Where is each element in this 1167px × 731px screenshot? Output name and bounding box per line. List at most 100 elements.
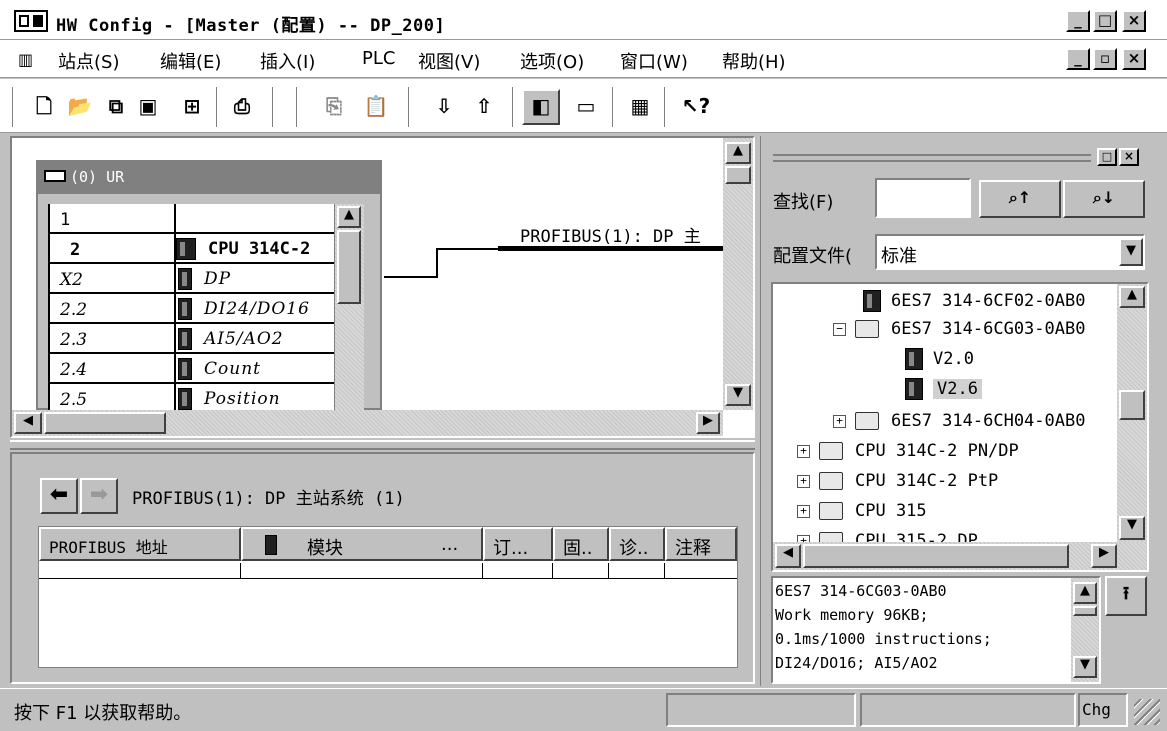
child-restore-icon[interactable]: ▫ bbox=[1093, 48, 1117, 70]
menu-view[interactable]: 视图(V) bbox=[418, 48, 480, 74]
table-row[interactable]: 2.2 DI24/DO16 bbox=[50, 294, 334, 324]
catalog-insert-button[interactable]: ⭱ bbox=[1105, 576, 1147, 616]
module-name: DP bbox=[204, 269, 232, 289]
catalog-restore-icon[interactable]: □ bbox=[1097, 148, 1117, 166]
collapse-icon[interactable]: − bbox=[833, 323, 846, 336]
col-address[interactable]: PROFIBUS 地址 bbox=[39, 527, 241, 561]
upload-icon[interactable]: ⇧ bbox=[468, 91, 500, 123]
download-icon[interactable]: ⇩ bbox=[428, 91, 460, 123]
app-icon[interactable] bbox=[14, 10, 48, 32]
table-row[interactable] bbox=[39, 563, 737, 579]
tree-item[interactable]: + CPU 314C-2 PtP bbox=[773, 468, 1117, 496]
col-diagnostic[interactable]: 诊.. bbox=[609, 527, 665, 561]
station-hscroll-thumb[interactable] bbox=[44, 412, 166, 434]
col-comment[interactable]: 注释 bbox=[665, 527, 737, 561]
menu-plc[interactable]: PLC bbox=[362, 48, 395, 69]
resize-grip-icon[interactable] bbox=[1134, 699, 1160, 725]
table-row[interactable]: X2 DP bbox=[50, 264, 334, 294]
horizontal-splitter[interactable] bbox=[10, 440, 755, 450]
child-minimize-icon[interactable]: _ bbox=[1066, 48, 1090, 70]
panel-icon[interactable]: ▭ bbox=[570, 91, 602, 123]
catalog-close-icon[interactable]: × bbox=[1119, 148, 1139, 166]
table-row[interactable]: 1 bbox=[50, 204, 334, 234]
print-icon[interactable]: ⎙ bbox=[226, 91, 258, 123]
tree-item[interactable]: 6ES7 314-6CF02-0AB0 bbox=[773, 288, 1117, 316]
tree-item[interactable]: V2.0 bbox=[773, 346, 1117, 374]
info-scroll-thumb[interactable] bbox=[1073, 606, 1097, 616]
compile-icon[interactable]: ⊞ bbox=[176, 91, 208, 123]
folder-icon bbox=[819, 502, 843, 520]
table-row[interactable]: 2.3 AI5/AO2 bbox=[50, 324, 334, 354]
menu-station[interactable]: 站点(S) bbox=[58, 48, 119, 74]
tree-item[interactable]: − 6ES7 314-6CG03-0AB0 bbox=[773, 316, 1117, 344]
find-input[interactable] bbox=[875, 178, 971, 218]
copy-icon[interactable]: ⎘ bbox=[318, 91, 350, 123]
profile-select[interactable]: 标准 ▼ bbox=[875, 234, 1145, 270]
tree-item[interactable]: +6ES7 314-6CH04-0AB0 bbox=[773, 408, 1117, 436]
rack-window[interactable]: (0) UR 1 2 CPU 314C-2 X2 DP 2.2 DI24/DO16 2.3 AI… bbox=[36, 160, 382, 410]
forward-button[interactable]: ➡ bbox=[80, 478, 118, 514]
back-button[interactable]: ⬅ bbox=[40, 478, 78, 514]
maximize-icon[interactable]: □ bbox=[1093, 10, 1117, 32]
rack-scrollbar[interactable]: ▲ bbox=[334, 204, 364, 410]
menu-edit[interactable]: 编辑(E) bbox=[160, 48, 221, 74]
expand-icon[interactable]: + bbox=[797, 475, 810, 488]
station-scroll-left-icon[interactable]: ◀ bbox=[14, 412, 42, 434]
col-module[interactable]: 模块 ... bbox=[241, 527, 483, 561]
tree-hscroll-thumb[interactable] bbox=[803, 544, 1069, 568]
minimize-icon[interactable]: _ bbox=[1066, 10, 1090, 32]
scroll-up-icon[interactable]: ▲ bbox=[337, 206, 361, 228]
info-scroll-down-icon[interactable]: ▼ bbox=[1073, 656, 1097, 678]
tree-vscroll[interactable]: ▲ ▼ bbox=[1117, 284, 1147, 542]
info-scrollbar[interactable]: ▲ ▼ bbox=[1071, 578, 1099, 682]
save-icon[interactable]: ▣ bbox=[132, 91, 164, 123]
grid-icon[interactable]: ▦ bbox=[624, 91, 656, 123]
station-vscroll[interactable]: ▲ ▼ bbox=[723, 138, 753, 410]
col-firmware[interactable]: 固.. bbox=[553, 527, 609, 561]
menu-help[interactable]: 帮助(H) bbox=[722, 48, 786, 74]
rack-titlebar[interactable]: (0) UR bbox=[38, 162, 380, 194]
table-row[interactable]: 2.4 Count bbox=[50, 354, 334, 384]
menu-insert[interactable]: 插入(I) bbox=[260, 48, 315, 74]
rack-scroll-thumb[interactable] bbox=[337, 230, 361, 304]
expand-icon[interactable]: + bbox=[833, 415, 846, 428]
tree-hscroll[interactable]: ◀ ▶ bbox=[773, 542, 1147, 570]
child-close-icon[interactable]: × bbox=[1122, 48, 1146, 70]
catalog-toggle-icon[interactable]: ◧ bbox=[522, 89, 560, 125]
tree-item[interactable]: + CPU 315 bbox=[773, 498, 1117, 526]
find-up-button[interactable]: ⌕↑ bbox=[979, 180, 1061, 218]
help-pointer-icon[interactable]: ↖? bbox=[676, 91, 716, 123]
chevron-down-icon[interactable]: ▼ bbox=[1119, 238, 1143, 266]
window-title: HW Config - [Master (配置) -- DP_200] bbox=[56, 16, 446, 36]
station-scroll-up-icon[interactable]: ▲ bbox=[725, 142, 751, 164]
tree-item[interactable]: + CPU 314C-2 PN/DP bbox=[773, 438, 1117, 466]
close-icon[interactable]: × bbox=[1122, 10, 1146, 32]
profibus-label[interactable]: PROFIBUS(1): DP 主 bbox=[520, 222, 701, 247]
paste-icon[interactable]: 📋 bbox=[360, 91, 392, 123]
catalog-grip[interactable] bbox=[773, 154, 1091, 162]
network-icon[interactable]: ⧉ bbox=[100, 91, 132, 123]
expand-icon[interactable]: + bbox=[797, 505, 810, 518]
table-row[interactable]: 2 CPU 314C-2 bbox=[50, 234, 334, 264]
tree-scroll-down-icon[interactable]: ▼ bbox=[1119, 516, 1145, 540]
menu-options[interactable]: 选项(O) bbox=[520, 48, 584, 74]
tree-item[interactable]: V2.6 bbox=[773, 376, 1117, 404]
col-order[interactable]: 订... bbox=[483, 527, 553, 561]
menu-window[interactable]: 窗口(W) bbox=[620, 48, 688, 74]
open-icon[interactable]: 📂 bbox=[64, 91, 96, 123]
info-scroll-up-icon[interactable]: ▲ bbox=[1073, 582, 1097, 604]
station-icon[interactable]: ▥ bbox=[18, 51, 46, 69]
find-down-button[interactable]: ⌕↓ bbox=[1063, 180, 1145, 218]
station-scroll-right-icon[interactable]: ▶ bbox=[696, 412, 720, 434]
new-icon[interactable]: 🗋 bbox=[28, 91, 60, 123]
tree-scroll-right-icon[interactable]: ▶ bbox=[1091, 544, 1117, 568]
tree-scroll-left-icon[interactable]: ◀ bbox=[775, 544, 801, 568]
tree-scroll-up-icon[interactable]: ▲ bbox=[1119, 286, 1145, 308]
station-scroll-down-icon[interactable]: ▼ bbox=[725, 384, 751, 406]
folder-icon bbox=[819, 472, 843, 490]
station-hscroll[interactable]: ◀ ▶ bbox=[12, 410, 723, 436]
station-vscroll-thumb[interactable] bbox=[725, 166, 751, 184]
table-row[interactable]: 2.5 Position bbox=[50, 384, 334, 410]
expand-icon[interactable]: + bbox=[797, 445, 810, 458]
tree-vscroll-thumb[interactable] bbox=[1119, 390, 1145, 420]
